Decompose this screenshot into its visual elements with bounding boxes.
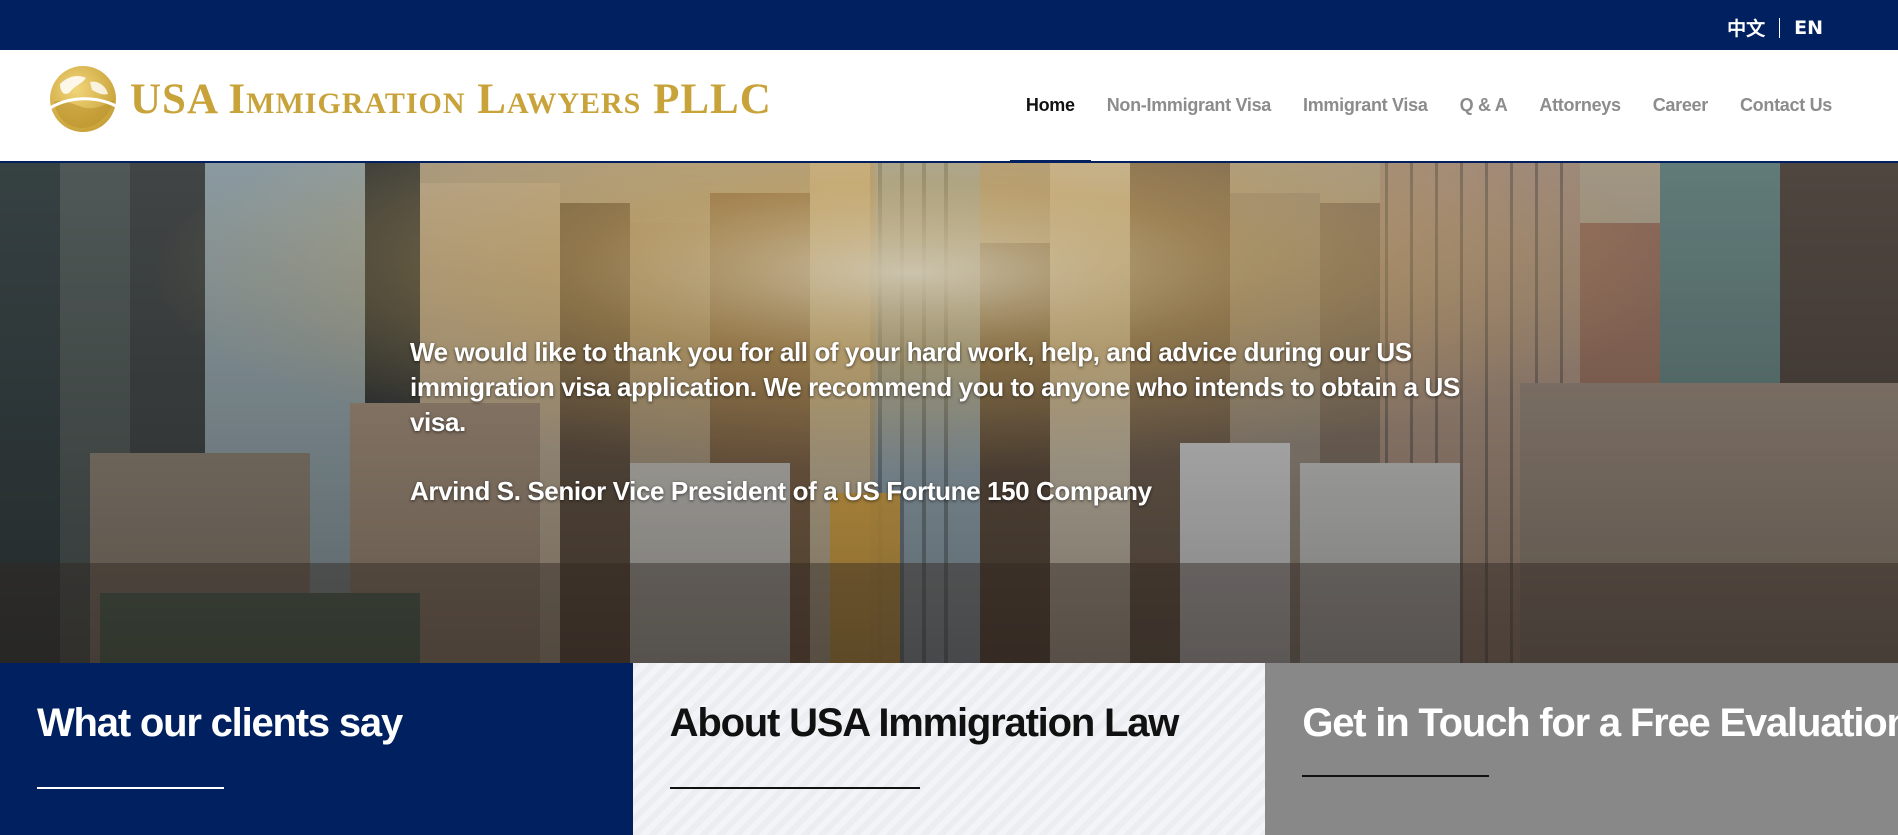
language-bar: 中文 EN: [0, 0, 1898, 50]
main-navigation: Home Non-Immigrant Visa Immigrant Visa Q…: [1009, 50, 1848, 163]
panel-divider: [669, 787, 920, 789]
language-switcher: 中文 EN: [1727, 14, 1823, 41]
nav-q-and-a[interactable]: Q & A: [1444, 50, 1524, 161]
panel-title: Get in Touch for a Free Evaluation: [1302, 701, 1898, 745]
lang-chinese-link[interactable]: 中文: [1727, 14, 1765, 41]
hero-banner: We would like to thank you for all of yo…: [0, 163, 1898, 663]
nav-immigrant-visa[interactable]: Immigrant Visa: [1287, 50, 1444, 161]
panel-divider: [1302, 775, 1490, 777]
nav-home[interactable]: Home: [1009, 50, 1091, 163]
nav-attorneys[interactable]: Attorneys: [1523, 50, 1636, 161]
panel-get-in-touch: Get in Touch for a Free Evaluation: [1265, 663, 1898, 835]
panel-about: About USA Immigration Law: [632, 663, 1266, 835]
nav-non-immigrant-visa[interactable]: Non-Immigrant Visa: [1091, 50, 1287, 161]
panel-title: About USA Immigration Law: [669, 701, 1180, 745]
panel-title: What our clients say: [37, 701, 403, 745]
lang-english-link[interactable]: EN: [1794, 17, 1823, 39]
info-panels: What our clients say About USA Immigrati…: [0, 663, 1898, 835]
logo-wordmark: USA Immigration Lawyers PLLC: [130, 75, 772, 123]
site-logo[interactable]: USA Immigration Lawyers PLLC: [46, 62, 772, 136]
testimonial-author: Arvind S. Senior Vice President of a US …: [410, 476, 1152, 506]
panel-divider: [37, 787, 224, 789]
testimonial-quote: We would like to thank you for all of yo…: [410, 337, 1460, 437]
panel-clients-say: What our clients say: [0, 663, 633, 835]
site-header: USA Immigration Lawyers PLLC Home Non-Im…: [0, 50, 1898, 163]
nav-contact-us[interactable]: Contact Us: [1724, 50, 1848, 161]
nav-career[interactable]: Career: [1637, 50, 1724, 161]
globe-logo-icon: [49, 66, 117, 132]
lang-separator: [1779, 17, 1781, 38]
testimonial: We would like to thank you for all of yo…: [410, 335, 1510, 509]
